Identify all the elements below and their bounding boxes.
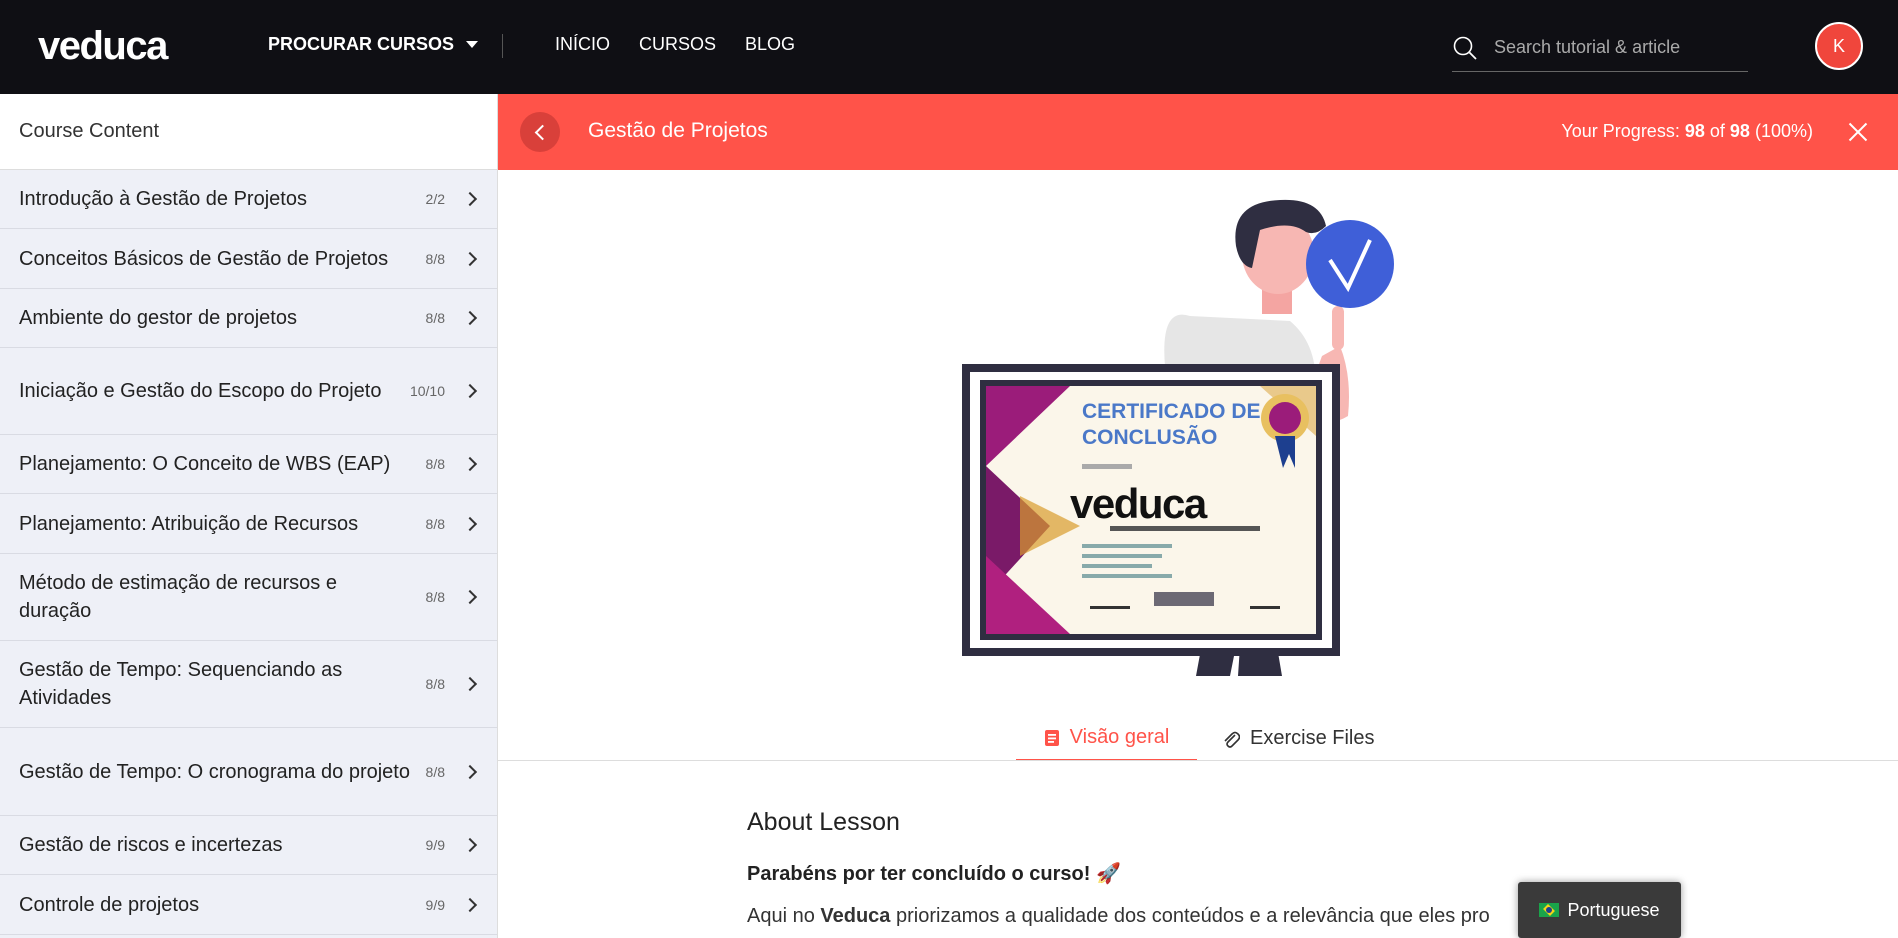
para-rest: priorizamos a qualidade dos conteúdos e … — [890, 905, 1490, 927]
topic-count: 8/8 — [425, 763, 445, 780]
topic-title: Conceitos Básicos de Gestão de Projetos — [19, 247, 389, 270]
browse-courses-label: PROCURAR CURSOS — [268, 34, 455, 54]
check-circle-icon — [1306, 220, 1394, 308]
progress-percent: (100%) — [1754, 121, 1813, 141]
topic-count: 9/9 — [425, 896, 445, 913]
chevron-right-icon — [462, 764, 478, 779]
topic-item[interactable]: Planejamento: O Conceito de WBS (EAP) 8/… — [0, 435, 497, 494]
sidebar-title: Course Content — [0, 94, 497, 170]
nav-divider — [502, 34, 503, 58]
nav-links: INÍCIO CURSOS BLOG — [555, 34, 795, 55]
topic-title: Método de estimação de recursos e duraçã… — [19, 572, 337, 622]
search-input[interactable] — [1494, 37, 1734, 58]
chevron-left-icon — [534, 124, 550, 140]
progress-label: Your Progress: — [1561, 121, 1680, 141]
brazil-flag-icon — [1539, 903, 1560, 917]
topic-count: 8/8 — [425, 250, 445, 267]
topic-count: 8/8 — [425, 589, 445, 605]
course-header: Gestão de Projetos Your Progress: 98 of … — [498, 94, 1898, 170]
thumb — [1332, 306, 1344, 350]
nav-link-home[interactable]: INÍCIO — [555, 34, 610, 55]
congrats-text: Parabéns por ter concluído o curso! 🚀 — [747, 863, 1121, 885]
document-icon — [1044, 729, 1059, 746]
topic-item[interactable]: Planejamento: Atribuição de Recursos 8/8 — [0, 494, 497, 554]
about-lesson-heading: About Lesson — [747, 808, 900, 836]
topic-count: 9/9 — [425, 837, 445, 853]
topic-title: Controle de projetos — [19, 893, 200, 916]
topic-item[interactable]: Gestão de riscos e incertezas 9/9 — [0, 816, 497, 875]
nav-link-courses[interactable]: CURSOS — [639, 34, 716, 55]
course-complete-illustration: CERTIFICADO DE CONCLUSÃO veduca — [962, 199, 1394, 676]
topic-count: 8/8 — [425, 456, 445, 472]
close-icon[interactable] — [1846, 120, 1870, 144]
chevron-right-icon — [462, 837, 478, 853]
topic-title: Planejamento: O Conceito de WBS (EAP) — [19, 453, 391, 475]
topic-title: Gestão de Tempo: Sequenciando as Ativida… — [19, 659, 343, 709]
progress-total: 98 — [1729, 121, 1750, 141]
topic-item[interactable]: Método de estimação de recursos e duraçã… — [0, 554, 497, 641]
language-label: Portuguese — [1567, 899, 1660, 920]
topic-count: 8/8 — [425, 310, 445, 326]
topic-item[interactable]: Iniciação e Gestão do Escopo do Projeto … — [0, 348, 497, 435]
certificate-logo: veduca — [1070, 480, 1208, 527]
paperclip-icon — [1224, 731, 1240, 748]
topic-item[interactable]: Gestão de Tempo: O cronograma do projeto… — [0, 728, 497, 816]
course-content-sidebar: Course Content Introdução à Gestão de Pr… — [0, 94, 498, 938]
topic-title: Gestão de riscos e incertezas — [19, 834, 283, 856]
top-navbar: veduca PROCURAR CURSOS INÍCIO CURSOS BLO… — [0, 0, 1898, 94]
tabs-divider — [498, 760, 1898, 761]
course-title: Gestão de Projetos — [588, 119, 768, 142]
topic-count: 8/8 — [425, 676, 445, 692]
chevron-right-icon — [462, 191, 478, 207]
topic-count: 10/10 — [409, 383, 445, 399]
topic-title: Ambiente do gestor de projetos — [19, 307, 297, 329]
tab-overview[interactable]: Visão geral — [1016, 716, 1197, 761]
topic-title: Introdução à Gestão de Projetos — [19, 188, 307, 210]
topic-item[interactable]: Controle de projetos 9/9 — [0, 875, 497, 935]
para-brand: Veduca — [820, 905, 891, 927]
progress-of: of — [1709, 121, 1725, 141]
search-box — [1452, 24, 1748, 72]
topic-title: Iniciação e Gestão do Escopo do Projeto — [19, 380, 382, 402]
chevron-right-icon — [462, 310, 478, 326]
topic-item[interactable]: Introdução à Gestão de Projetos 2/2 — [0, 170, 497, 229]
topic-item[interactable]: Conceitos Básicos de Gestão de Projetos … — [0, 229, 497, 289]
tab-exercise-files-label: Exercise Files — [1250, 727, 1375, 749]
para-prefix: Aqui no — [747, 905, 821, 927]
chevron-right-icon — [462, 456, 478, 472]
language-switcher[interactable]: Portuguese — [1518, 882, 1681, 938]
topic-item[interactable]: Ambiente do gestor de projetos 8/8 — [0, 289, 497, 348]
certificate-heading-2: CONCLUSÃO — [1082, 426, 1217, 449]
browse-courses-dropdown[interactable]: PROCURAR CURSOS — [268, 34, 479, 55]
back-button[interactable] — [520, 112, 560, 152]
progress-text: Your Progress: 98 of 98 (100%) — [1561, 121, 1813, 142]
progress-done: 98 — [1684, 121, 1705, 141]
user-avatar[interactable]: K — [1815, 22, 1863, 70]
lesson-paragraph: Aqui no Veduca priorizamos a qualidade d… — [747, 905, 1567, 928]
topic-count: 2/2 — [425, 191, 445, 207]
search-icon[interactable] — [1452, 35, 1478, 61]
chevron-right-icon — [462, 383, 478, 399]
tab-overview-label: Visão geral — [1069, 726, 1170, 748]
chevron-right-icon — [462, 251, 478, 266]
chevron-right-icon — [462, 589, 478, 605]
chevron-right-icon — [462, 676, 478, 692]
topic-count: 8/8 — [425, 515, 445, 532]
topic-title: Gestão de Tempo: O cronograma do projeto — [19, 760, 410, 783]
caret-down-icon — [466, 41, 479, 48]
topic-item[interactable]: Gestão de Tempo: Sequenciando as Ativida… — [0, 641, 497, 728]
topic-title: Planejamento: Atribuição de Recursos — [19, 512, 359, 535]
nav-link-blog[interactable]: BLOG — [745, 34, 795, 55]
certificate-heading-1: CERTIFICADO DE — [1082, 400, 1261, 423]
chevron-right-icon — [462, 897, 478, 912]
tab-exercise-files[interactable]: Exercise Files — [1222, 716, 1374, 761]
chevron-right-icon — [462, 516, 478, 531]
veduca-logo[interactable]: veduca — [38, 22, 168, 70]
